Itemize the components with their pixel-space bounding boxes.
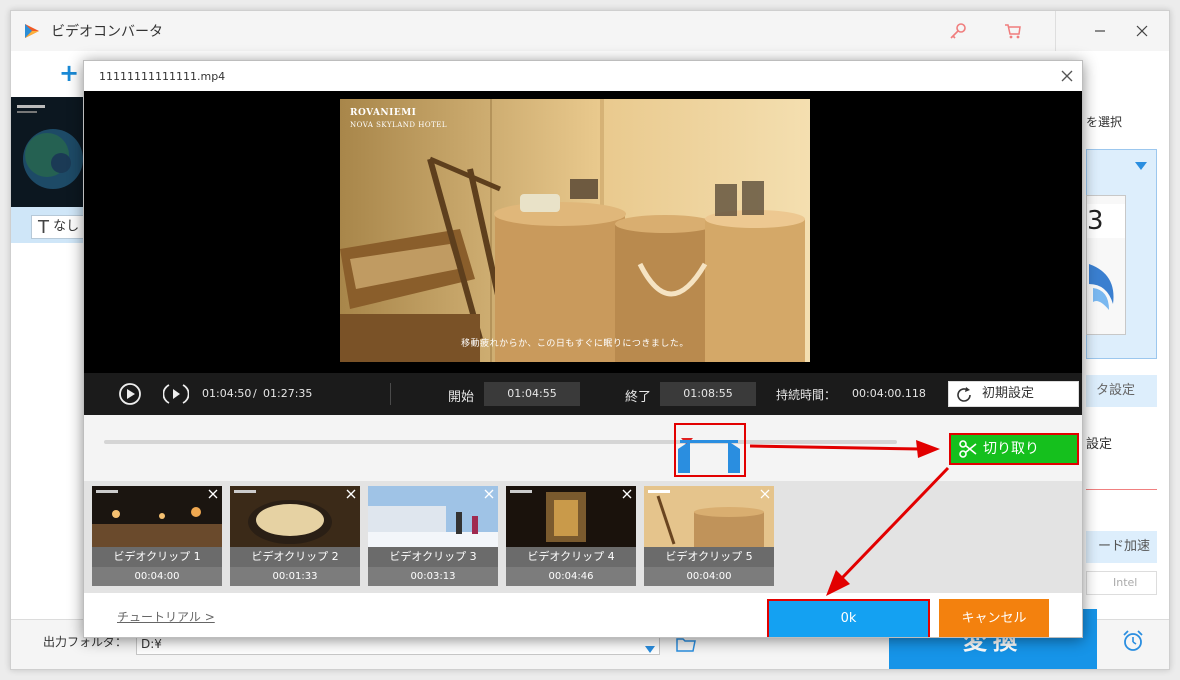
video-preview-area: ROVANIEMI NOVA SKYLAND HOTEL 移動疲れからか、この日… xyxy=(84,91,1082,373)
trim-handles[interactable] xyxy=(676,437,742,479)
intel-badge: Intel xyxy=(1086,571,1157,595)
alarm-clock-icon[interactable] xyxy=(1121,629,1145,657)
hw-accel-button[interactable]: ード加速 xyxy=(1086,531,1157,563)
format-card: 3 xyxy=(1086,195,1126,335)
clip-name: ビデオクリップ 2 xyxy=(251,550,339,563)
subtitle-row: T なし xyxy=(11,207,91,243)
clip-item[interactable]: ビデオクリップ 4 00:04:46 xyxy=(506,486,636,586)
clip-thumbnail xyxy=(92,486,222,547)
clip-item[interactable]: ビデオクリップ 5 00:04:00 xyxy=(644,486,774,586)
clip-thumbnail xyxy=(368,486,498,547)
video-frame[interactable]: ROVANIEMI NOVA SKYLAND HOTEL 移動疲れからか、この日… xyxy=(340,99,810,362)
refresh-icon xyxy=(955,386,973,413)
add-file-icon[interactable]: + xyxy=(59,61,79,85)
timeline-track[interactable] xyxy=(104,440,897,444)
clip-name: ビデオクリップ 1 xyxy=(113,550,201,563)
playback-controls: 01:04:50 / 01:27:35 開始 01:04:55 終了 01:08… xyxy=(84,373,1082,415)
reset-button[interactable]: 初期設定 xyxy=(948,381,1079,407)
folder-icon[interactable] xyxy=(675,635,697,657)
cart-icon[interactable] xyxy=(1002,20,1024,42)
reset-label: 初期設定 xyxy=(982,386,1035,401)
key-icon[interactable] xyxy=(947,20,969,42)
end-time-input[interactable]: 01:08:55 xyxy=(660,382,756,406)
cancel-button[interactable]: キャンセル xyxy=(939,599,1049,637)
app-title: ビデオコンバータ xyxy=(51,24,163,40)
app-logo-icon xyxy=(23,22,41,40)
clip-item[interactable]: ビデオクリップ 1 00:04:00 xyxy=(92,486,222,586)
setting-label: 設定 xyxy=(1086,437,1113,452)
remove-clip-icon[interactable] xyxy=(758,487,772,501)
time-separator: / xyxy=(253,387,257,400)
video-subtitle: 移動疲れからか、この日もすぐに眠りにつきました。 xyxy=(461,339,689,349)
duration-label: 持続時間： xyxy=(776,388,837,402)
close-icon[interactable] xyxy=(1131,20,1153,42)
trim-dialog: 11111111111111.mp4 ROVANIEMI NOVA SKYLAN… xyxy=(83,60,1083,638)
title-divider xyxy=(1055,11,1056,51)
dialog-close-icon[interactable] xyxy=(1058,67,1076,85)
clip-thumbnail xyxy=(506,486,636,547)
clip-item[interactable]: ビデオクリップ 3 00:03:13 xyxy=(368,486,498,586)
ok-button[interactable]: 0k xyxy=(767,599,930,637)
start-time-input[interactable]: 01:04:55 xyxy=(484,382,580,406)
chevron-down-icon[interactable] xyxy=(1135,156,1147,175)
clip-name: ビデオクリップ 5 xyxy=(665,550,753,563)
current-time: 01:04:50 xyxy=(202,387,252,400)
dropdown-arrow-icon[interactable] xyxy=(645,639,655,658)
clip-duration: 00:01:33 xyxy=(230,567,360,586)
minimize-icon[interactable] xyxy=(1089,20,1111,42)
clip-duration: 00:03:13 xyxy=(368,567,498,586)
clips-list: ビデオクリップ 1 00:04:00 ビデオクリップ 2 00:01:33 ビデ… xyxy=(84,481,1082,593)
format-number: 3 xyxy=(1087,204,1125,238)
file-thumbnail[interactable] xyxy=(11,97,85,207)
tutorial-link[interactable]: チュートリアル > xyxy=(117,608,215,625)
setting-slider[interactable] xyxy=(1086,489,1157,490)
trim-timeline: 切り取り xyxy=(84,415,1082,481)
video-overlay-subtitle: NOVA SKYLAND HOTEL xyxy=(350,121,447,129)
next-frame-icon[interactable] xyxy=(162,382,190,410)
param-settings-button[interactable]: タ設定 xyxy=(1086,375,1157,407)
scissors-icon xyxy=(959,440,977,468)
clip-duration: 00:04:00 xyxy=(644,567,774,586)
clip-duration: 00:04:46 xyxy=(506,567,636,586)
clip-name: ビデオクリップ 4 xyxy=(527,550,615,563)
clip-thumbnail xyxy=(644,486,774,547)
remove-clip-icon[interactable] xyxy=(344,487,358,501)
duration-value: 00:04:00.118 xyxy=(852,387,926,400)
cut-label: 切り取り xyxy=(983,441,1039,457)
start-label: 開始 xyxy=(448,390,475,405)
remove-clip-icon[interactable] xyxy=(482,487,496,501)
remove-clip-icon[interactable] xyxy=(620,487,634,501)
clip-thumbnail xyxy=(230,486,360,547)
end-label: 終了 xyxy=(625,390,652,405)
clip-duration: 00:04:00 xyxy=(92,567,222,586)
total-time: 01:27:35 xyxy=(263,387,313,400)
video-overlay-title: ROVANIEMI xyxy=(350,108,417,118)
format-select-label: を選択 xyxy=(1086,115,1123,129)
cut-button[interactable]: 切り取り xyxy=(949,433,1079,465)
clip-item[interactable]: ビデオクリップ 2 00:01:33 xyxy=(230,486,360,586)
remove-clip-icon[interactable] xyxy=(206,487,220,501)
play-icon[interactable] xyxy=(118,382,142,410)
subtitle-select[interactable]: T なし xyxy=(31,215,91,239)
text-icon: T xyxy=(38,217,49,238)
clip-name: ビデオクリップ 3 xyxy=(389,550,477,563)
divider xyxy=(390,383,391,405)
title-bar: ビデオコンバータ xyxy=(11,11,1169,51)
dialog-filename: 11111111111111.mp4 xyxy=(99,70,226,83)
